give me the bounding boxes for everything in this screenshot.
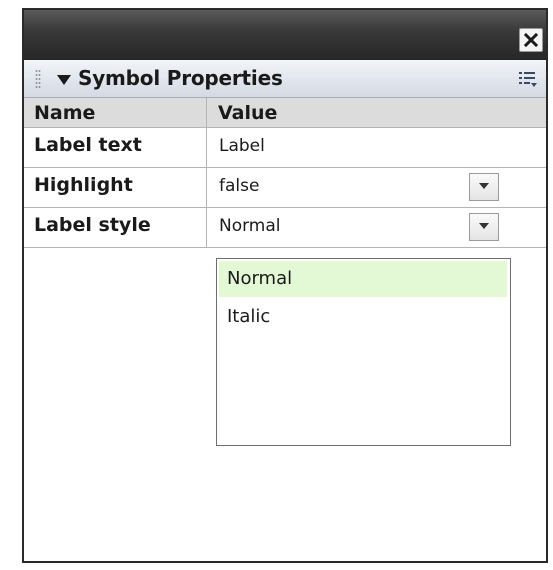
collapse-arrow-icon[interactable] bbox=[56, 74, 72, 86]
highlight-value[interactable]: false bbox=[219, 176, 259, 196]
column-divider bbox=[206, 128, 207, 167]
panel-header[interactable]: Symbol Properties bbox=[24, 60, 546, 98]
grip-icon[interactable] bbox=[35, 69, 41, 89]
label-style-dropdown-list[interactable]: Normal Italic bbox=[216, 258, 511, 446]
column-divider bbox=[206, 168, 207, 207]
panel-title: Symbol Properties bbox=[78, 66, 283, 90]
property-row-highlight[interactable]: Highlight false bbox=[24, 168, 546, 208]
value-column-header[interactable]: Value bbox=[218, 102, 277, 124]
symbol-properties-window: Symbol Properties Name Value Label text … bbox=[22, 8, 548, 563]
dropdown-option-italic[interactable]: Italic bbox=[219, 299, 507, 335]
column-header-row: Name Value bbox=[24, 98, 546, 128]
property-row-label-style[interactable]: Label style Normal bbox=[24, 208, 546, 248]
panel-options-icon[interactable] bbox=[518, 69, 538, 89]
label-style-dropdown-button[interactable] bbox=[469, 213, 499, 241]
property-row-label-text[interactable]: Label text Label bbox=[24, 128, 546, 168]
window-titlebar[interactable] bbox=[24, 10, 546, 60]
dropdown-arrow-icon bbox=[479, 223, 489, 229]
dropdown-arrow-icon bbox=[479, 183, 489, 189]
label-text-value[interactable]: Label bbox=[219, 136, 265, 156]
column-divider bbox=[206, 208, 207, 247]
name-column-header[interactable]: Name bbox=[34, 102, 95, 124]
column-divider[interactable] bbox=[206, 98, 207, 128]
close-icon bbox=[523, 32, 539, 48]
dropdown-option-normal[interactable]: Normal bbox=[219, 261, 507, 297]
close-button[interactable] bbox=[519, 28, 543, 52]
label-style-value[interactable]: Normal bbox=[219, 216, 281, 236]
highlight-dropdown-button[interactable] bbox=[469, 173, 499, 201]
property-name: Label text bbox=[34, 134, 142, 156]
property-name: Label style bbox=[34, 214, 151, 236]
property-name: Highlight bbox=[34, 174, 133, 196]
